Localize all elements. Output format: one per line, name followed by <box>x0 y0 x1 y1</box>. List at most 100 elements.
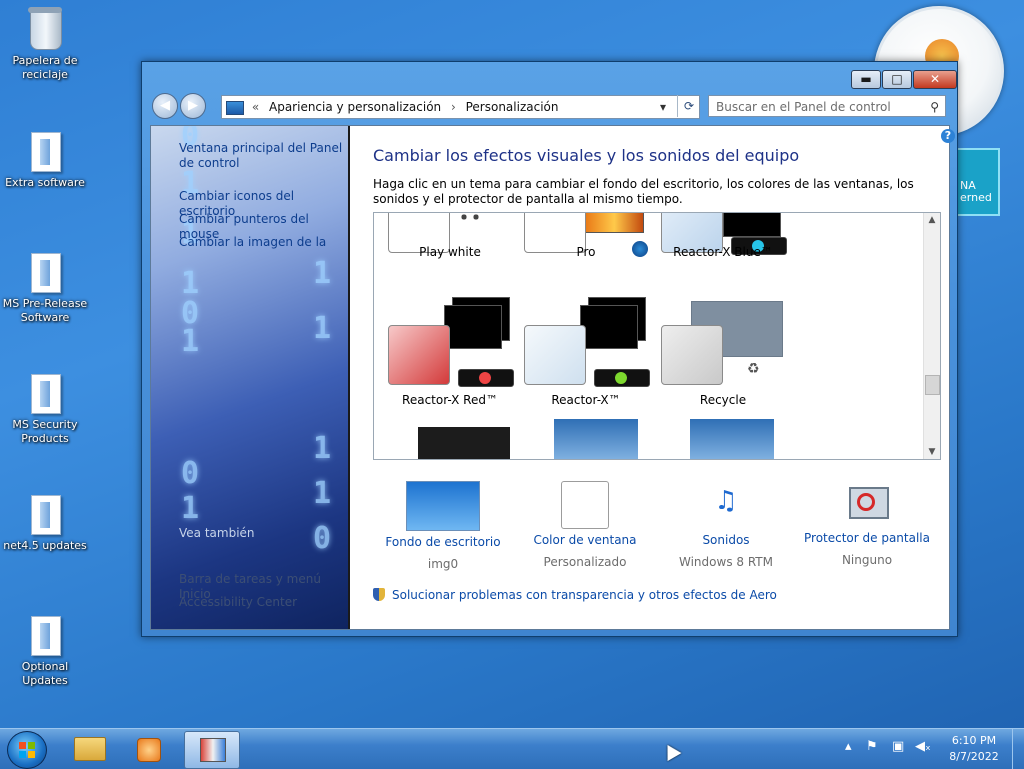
desktop-icon-label: Papelera de reciclaje <box>12 54 78 81</box>
left-navigation-pane: 0 1 1 1 0 1 0 1 1 1 1 1 0 Ventana princi… <box>151 126 350 629</box>
theme-name: Play white <box>419 245 481 259</box>
screen-saver-icon <box>845 481 889 527</box>
theme-recycle[interactable]: ♻ Recycle <box>661 293 797 413</box>
page-description: Haga clic en un tema para cambiar el fon… <box>373 177 914 206</box>
desktop-icon-ms-pre-release[interactable]: MS Pre-Release Software <box>2 251 88 325</box>
desktop-icon-label: Extra software <box>5 176 85 189</box>
recycle-icon: ♻ <box>747 361 760 377</box>
theme-thumbnail <box>524 325 586 385</box>
clock-time: 6:10 PM <box>951 734 997 747</box>
theme-reactor-x[interactable]: Reactor-X™ <box>524 293 660 413</box>
desktop-background-value: img0 <box>427 557 459 571</box>
control-panel-home-link[interactable]: Ventana principal del Panel de control <box>179 141 344 171</box>
volume-muted-icon[interactable]: ◀ₓ <box>915 739 931 754</box>
scroll-up-icon[interactable]: ▲ <box>924 215 940 225</box>
maximize-button[interactable]: □ <box>882 70 912 89</box>
aero-troubleshoot-link[interactable]: Solucionar problemas con transparencia y… <box>373 588 777 602</box>
sounds-icon: ♫ <box>714 486 738 516</box>
theme-thumbnail <box>661 325 723 385</box>
window-color-value: Personalizado <box>543 555 627 569</box>
control-panel-icon <box>200 738 226 762</box>
forward-arrow-icon: ▶ <box>188 98 198 113</box>
theme-partial-preview <box>554 419 638 459</box>
search-placeholder: Buscar en el Panel de control <box>716 100 891 114</box>
scrollbar-thumb[interactable] <box>925 375 940 395</box>
back-arrow-icon: ◀ <box>160 98 170 113</box>
theme-gallery[interactable]: Play white Pro Reactor-X Blue™ Reactor-X… <box>373 212 941 460</box>
page-title: Cambiar los efectos visuales y los sonid… <box>373 146 800 165</box>
refresh-button[interactable]: ⟳ <box>677 95 700 117</box>
theme-wallpaper-stack <box>580 305 638 349</box>
desktop-icon-extra-software[interactable]: Extra software <box>2 130 88 190</box>
breadcrumb-personalizacion[interactable]: Personalización <box>466 100 559 114</box>
control-panel-icon <box>226 100 244 115</box>
change-account-picture-link[interactable]: Cambiar la imagen de la <box>179 235 326 250</box>
breadcrumb-arrow[interactable]: › <box>451 100 456 114</box>
forward-button[interactable]: ▶ <box>180 93 206 119</box>
theme-name: Pro <box>576 245 596 259</box>
minimize-icon: ▬ <box>860 72 872 86</box>
show-hidden-icons-button[interactable]: ▴ <box>845 739 852 754</box>
desktop-icon-ms-security[interactable]: MS Security Products <box>2 372 88 446</box>
screen-saver-link[interactable]: Protector de pantalla <box>792 531 942 545</box>
desktop-icon-optional-updates[interactable]: Optional Updates <box>2 614 88 688</box>
taskbar: ▴ ⚑ ▣ ◀ₓ 6:10 PM 8/7/2022 <box>0 728 1024 769</box>
taskbar-clock[interactable]: 6:10 PM 8/7/2022 <box>940 733 1008 765</box>
maximize-icon: □ <box>891 72 903 86</box>
theme-name: Recycle <box>699 393 747 407</box>
clock-date: 8/7/2022 <box>949 750 999 763</box>
folder-icon <box>27 614 63 656</box>
back-button[interactable]: ◀ <box>152 93 178 119</box>
desktop-icon-recycle-bin[interactable]: Papelera de reciclaje <box>2 7 88 82</box>
taskbar-control-panel-button[interactable] <box>184 731 240 769</box>
scroll-down-icon[interactable]: ▼ <box>924 447 940 457</box>
sounds-item[interactable]: ♫ Sonidos Windows 8 RTM <box>651 481 801 569</box>
shield-icon <box>373 588 385 601</box>
media-player-icon <box>137 738 161 762</box>
window-color-item[interactable]: Color de ventana Personalizado <box>510 481 660 569</box>
desktop-icon-net45-updates[interactable]: net4.5 updates <box>2 493 88 553</box>
recycle-bin-icon <box>27 7 63 50</box>
address-bar[interactable]: « Apariencia y personalización › Persona… <box>221 95 700 119</box>
windows-logo-icon <box>19 742 35 758</box>
search-icon[interactable]: ⚲ <box>930 96 939 118</box>
help-icon[interactable]: ? <box>941 129 955 143</box>
show-desktop-button[interactable] <box>1012 729 1024 769</box>
network-icon[interactable]: ▣ <box>892 739 904 754</box>
folder-icon <box>27 372 63 414</box>
breadcrumb-apariencia[interactable]: Apariencia y personalización <box>269 100 441 114</box>
desktop-background-icon <box>406 481 480 531</box>
screen-saver-item[interactable]: Protector de pantalla Ninguno <box>792 481 942 567</box>
desktop-background-item[interactable]: Fondo de escritorio img0 <box>368 481 518 571</box>
theme-name: Reactor-X™ <box>551 393 621 407</box>
taskbar-media-player-button[interactable] <box>121 731 175 767</box>
desktop-icon-label: net4.5 updates <box>3 539 87 552</box>
control-panel-window: ▬ □ ✕ ◀ ▶ « Apariencia y personalización… <box>141 61 958 637</box>
minimize-button[interactable]: ▬ <box>851 70 881 89</box>
see-also-heading: Vea también <box>179 526 255 540</box>
theme-name: Reactor-X Blue™ <box>673 245 773 259</box>
folder-icon <box>27 493 63 535</box>
search-input[interactable]: Buscar en el Panel de control ⚲ <box>708 95 946 117</box>
accessibility-center-link[interactable]: Accessibility Center <box>179 595 297 610</box>
theme-accent-icon <box>458 213 482 223</box>
close-icon: ✕ <box>929 72 941 86</box>
theme-scrollbar[interactable]: ▲ ▼ <box>923 213 940 459</box>
window-color-link[interactable]: Color de ventana <box>510 533 660 547</box>
desktop-background-link[interactable]: Fondo de escritorio <box>368 535 518 549</box>
theme-reactor-x-red[interactable]: Reactor-X Red™ <box>388 293 524 413</box>
theme-partial-preview <box>690 419 774 459</box>
address-dropdown-icon[interactable]: ▾ <box>660 96 666 118</box>
aero-link-text[interactable]: Solucionar problemas con transparencia y… <box>392 588 777 602</box>
taskbar-explorer-button[interactable] <box>62 731 116 767</box>
window-client-area: 0 1 1 1 0 1 0 1 1 1 1 1 0 Ventana princi… <box>150 125 955 630</box>
desktop-icon-label: MS Pre-Release Software <box>2 297 88 324</box>
screen-saver-value: Ninguno <box>841 553 893 567</box>
sounds-link[interactable]: Sonidos <box>651 533 801 547</box>
theme-wallpaper-stack <box>444 305 502 349</box>
desktop-tile-gadget[interactable]: NA erned <box>956 148 1000 216</box>
theme-color-chip <box>594 369 650 387</box>
start-button[interactable] <box>7 731 47 769</box>
action-center-flag-icon[interactable]: ⚑ <box>866 739 878 754</box>
close-button[interactable]: ✕ <box>913 70 957 89</box>
